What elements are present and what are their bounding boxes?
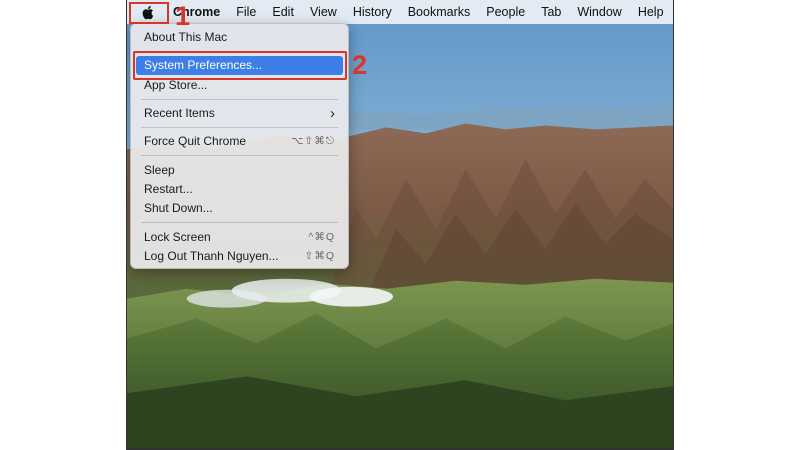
menu-item-restart[interactable]: Restart... — [136, 180, 343, 199]
menu-item-label: Lock Screen — [144, 230, 211, 244]
chevron-right-icon: › — [330, 105, 335, 122]
menu-item-label: About This Mac — [144, 30, 228, 44]
menu-people[interactable]: People — [478, 0, 533, 24]
menu-help[interactable]: Help — [630, 0, 672, 24]
menu-item-label: Force Quit Chrome — [144, 134, 247, 148]
menu-separator — [141, 222, 338, 223]
menu-item-sleep[interactable]: Sleep — [136, 161, 343, 180]
menu-item-recent-items[interactable]: Recent Items › — [136, 104, 343, 123]
menu-edit[interactable]: Edit — [264, 0, 302, 24]
menu-separator — [141, 155, 338, 156]
menu-item-label: Restart... — [144, 182, 193, 196]
menu-file[interactable]: File — [228, 0, 264, 24]
menu-item-lock-screen[interactable]: Lock Screen ^⌘Q — [136, 228, 343, 247]
menu-history[interactable]: History — [345, 0, 400, 24]
menu-item-label: App Store... — [144, 78, 208, 92]
annotation-step-1: 1 — [175, 1, 191, 31]
menu-item-log-out[interactable]: Log Out Thanh Nguyen... ⇧⌘Q — [136, 247, 343, 266]
annotation-step-2: 2 — [352, 50, 368, 80]
menu-item-about[interactable]: About This Mac — [136, 28, 343, 47]
menu-bookmarks[interactable]: Bookmarks — [400, 0, 479, 24]
menu-item-label: Shut Down... — [144, 201, 213, 215]
menu-bar: Chrome File Edit View History Bookmarks … — [127, 0, 673, 24]
menu-item-label: Recent Items — [144, 106, 215, 120]
keyboard-shortcut: ⇧⌘Q — [304, 250, 335, 262]
menu-tab[interactable]: Tab — [533, 0, 569, 24]
menu-window[interactable]: Window — [569, 0, 629, 24]
annotation-box-apple-menu — [129, 2, 169, 24]
menu-view[interactable]: View — [302, 0, 345, 24]
annotation-box-system-preferences — [133, 51, 347, 80]
menu-item-shut-down[interactable]: Shut Down... — [136, 199, 343, 218]
menu-separator — [141, 127, 338, 128]
keyboard-shortcut: ^⌘Q — [308, 231, 335, 243]
keyboard-shortcut: ⌥⇧⌘⎋ — [291, 135, 335, 147]
menu-item-force-quit[interactable]: Force Quit Chrome ⌥⇧⌘⎋ — [136, 132, 343, 151]
menu-item-label: Sleep — [144, 163, 175, 177]
menu-separator — [141, 99, 338, 100]
menu-item-label: Log Out Thanh Nguyen... — [144, 249, 279, 263]
